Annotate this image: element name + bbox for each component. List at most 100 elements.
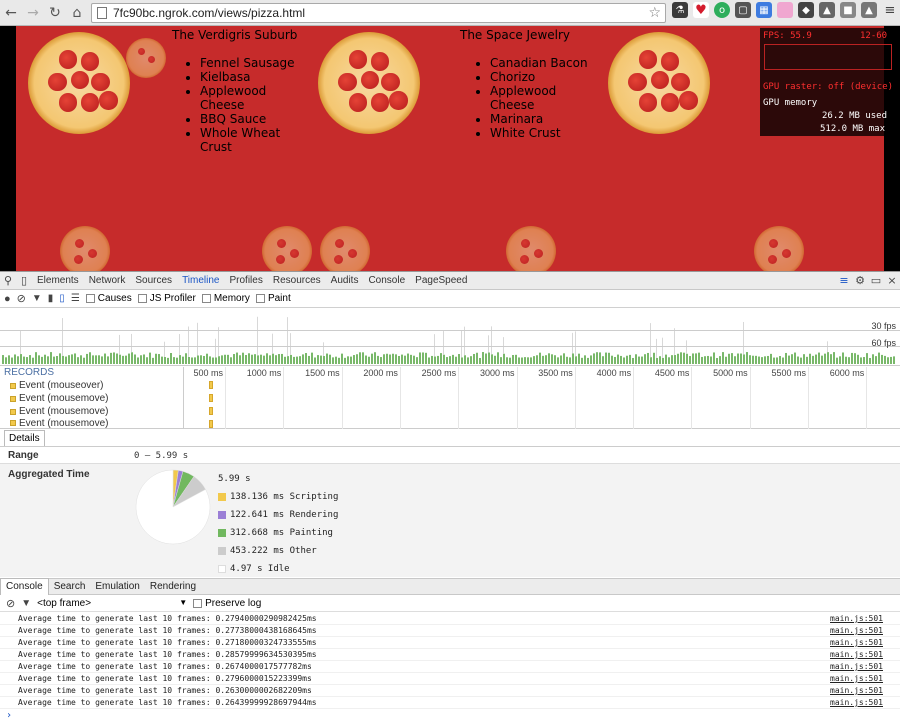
- console-source-link[interactable]: main.js:501: [830, 698, 883, 707]
- timeline-ruler[interactable]: 500 ms 1000 ms 1500 ms 2000 ms 2500 ms 3000 m…: [185, 367, 900, 429]
- frame-bar: [134, 354, 136, 364]
- record-row[interactable]: Event (mousemove): [0, 418, 183, 428]
- fps-value: FPS: 55.9: [763, 31, 812, 41]
- tab-pagespeed[interactable]: PageSpeed: [410, 275, 472, 286]
- ruler-tick: [866, 367, 868, 429]
- paint-checkbox[interactable]: Paint: [255, 293, 291, 304]
- console-source-link[interactable]: main.js:501: [830, 674, 883, 683]
- extension-icon[interactable]: ◆: [798, 2, 814, 18]
- frame-bar: [233, 354, 235, 364]
- frame-bar: [410, 354, 412, 364]
- event-bar[interactable]: [209, 394, 213, 402]
- tab-resources[interactable]: Resources: [268, 275, 326, 286]
- memory-checkbox[interactable]: Memory: [201, 293, 250, 304]
- frame-bar-outline: [650, 323, 651, 358]
- details-tab[interactable]: Details: [4, 430, 45, 446]
- frame-bar: [449, 356, 451, 364]
- frame-bar: [848, 357, 850, 364]
- tab-timeline[interactable]: Timeline: [177, 275, 224, 286]
- frame-bar: [884, 355, 886, 364]
- tab-audits[interactable]: Audits: [326, 275, 364, 286]
- console-prompt[interactable]: ›: [6, 710, 12, 721]
- tab-profiles[interactable]: Profiles: [224, 275, 267, 286]
- record-row[interactable]: Event (mouseover): [0, 379, 183, 392]
- tab-elements[interactable]: Elements: [32, 275, 84, 286]
- clear-console-icon[interactable]: ⊘: [6, 597, 15, 610]
- dock-icon[interactable]: ▭: [868, 273, 884, 289]
- filter-icon[interactable]: ▼: [21, 598, 31, 609]
- preserve-log-checkbox[interactable]: Preserve log: [193, 598, 261, 609]
- causes-checkbox[interactable]: Causes: [85, 293, 132, 304]
- home-icon[interactable]: ⌂: [66, 2, 88, 24]
- tab-drawer-console[interactable]: Console: [0, 578, 49, 595]
- forward-icon[interactable]: →: [22, 2, 44, 24]
- ingredient: BBQ Sauce: [200, 112, 304, 126]
- flame-view-icon[interactable]: ☰: [71, 293, 80, 304]
- frame-bar: [731, 353, 733, 364]
- aggregated-time-pie: [135, 469, 211, 545]
- filter-icon[interactable]: ▼: [32, 293, 42, 304]
- inspect-icon[interactable]: ⚲: [0, 273, 16, 289]
- console-source-link[interactable]: main.js:501: [830, 662, 883, 671]
- back-icon[interactable]: ←: [0, 2, 22, 24]
- device-mode-icon[interactable]: ▯: [16, 273, 32, 289]
- calendar-icon[interactable]: ▦: [756, 2, 772, 18]
- console-source-link[interactable]: main.js:501: [830, 614, 883, 623]
- ruler-tick: [341, 367, 343, 429]
- console-source-link[interactable]: main.js:501: [830, 686, 883, 695]
- trash-icon[interactable]: ▮: [48, 293, 54, 304]
- frame-bar: [461, 357, 463, 364]
- event-bar[interactable]: [209, 407, 213, 415]
- frame-bar: [458, 354, 460, 364]
- console-source-link[interactable]: main.js:501: [830, 650, 883, 659]
- records-header: RECORDS: [4, 367, 55, 378]
- js-profiler-checkbox[interactable]: JS Profiler: [137, 293, 196, 304]
- menu-icon[interactable]: ≡: [882, 2, 898, 18]
- url-text[interactable]: 7fc90bc.ngrok.com/views/pizza.html: [113, 6, 648, 20]
- console-source-link[interactable]: main.js:501: [830, 638, 883, 647]
- tab-console[interactable]: Console: [363, 275, 410, 286]
- cast-icon[interactable]: ▢: [735, 2, 751, 18]
- extension-icon[interactable]: ■: [840, 2, 856, 18]
- event-bar[interactable]: [209, 420, 213, 428]
- legend-scripting: 138.136 ms Scripting: [218, 492, 338, 502]
- tab-drawer-emulation[interactable]: Emulation: [90, 581, 144, 592]
- heart-icon[interactable]: ♥: [693, 2, 709, 18]
- console-source-link[interactable]: main.js:501: [830, 626, 883, 635]
- ruler-tick: [516, 367, 518, 429]
- frame-bar-outline: [572, 332, 573, 354]
- frame-bar: [116, 353, 118, 364]
- frame-select[interactable]: <top frame> ▼: [37, 598, 187, 609]
- record-icon[interactable]: ●: [4, 293, 11, 305]
- record-row[interactable]: Event (mousemove): [0, 392, 183, 405]
- clear-icon[interactable]: ⊘: [17, 292, 26, 305]
- frame-bar: [827, 352, 829, 364]
- tab-sources[interactable]: Sources: [130, 275, 177, 286]
- frame-bar: [566, 356, 568, 364]
- record-row[interactable]: Event (mousemove): [0, 405, 183, 418]
- extension-icon[interactable]: ▲: [819, 2, 835, 18]
- timeline-overview[interactable]: 30 fps 60 fps: [0, 309, 900, 366]
- console-drawer-icon[interactable]: ≡: [836, 273, 852, 289]
- frame-bar: [110, 352, 112, 364]
- frame-bar: [332, 357, 334, 364]
- bars-view-icon[interactable]: ▯: [59, 293, 65, 304]
- extension-icon[interactable]: ▲: [861, 2, 877, 18]
- frame-bar: [656, 357, 658, 364]
- gear-icon[interactable]: ⚙: [852, 273, 868, 289]
- pink-extension-icon[interactable]: [777, 2, 793, 18]
- tab-network[interactable]: Network: [84, 275, 131, 286]
- tab-drawer-search[interactable]: Search: [49, 581, 91, 592]
- tab-drawer-rendering[interactable]: Rendering: [145, 581, 201, 592]
- frame-bar: [680, 352, 682, 364]
- extension-icon[interactable]: ⚗: [672, 2, 688, 18]
- circle-extension-icon[interactable]: o: [714, 2, 730, 18]
- close-icon[interactable]: ×: [884, 273, 900, 289]
- frame-bar-outline: [443, 331, 444, 355]
- address-bar[interactable]: 7fc90bc.ngrok.com/views/pizza.html ☆: [91, 3, 666, 23]
- frame-bar: [443, 354, 445, 364]
- reload-icon[interactable]: ↻: [44, 2, 66, 24]
- event-bar[interactable]: [209, 381, 213, 389]
- ingredient: Whole Wheat Crust: [200, 126, 290, 154]
- bookmark-star-icon[interactable]: ☆: [648, 5, 661, 21]
